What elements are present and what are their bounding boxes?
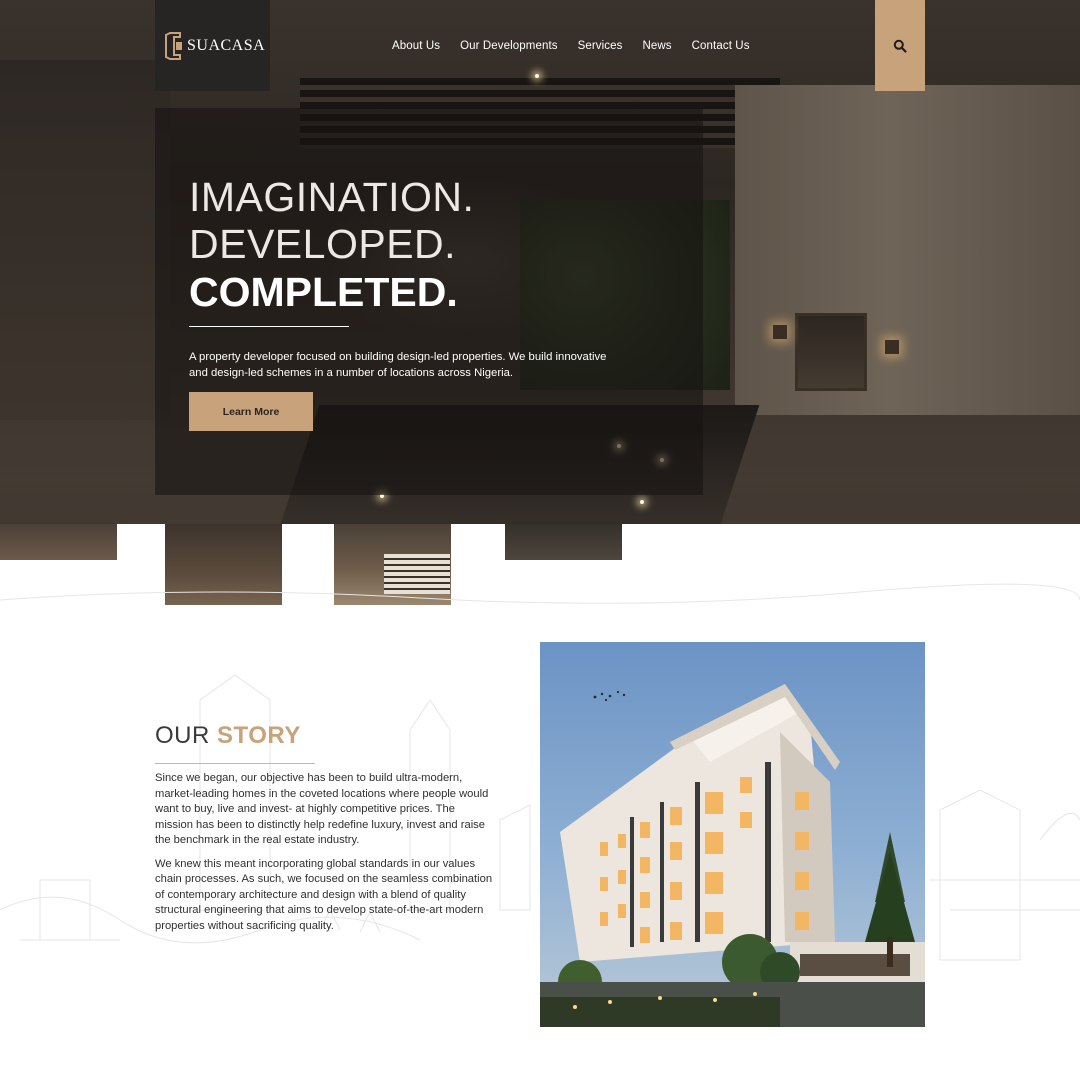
interior-window xyxy=(795,313,867,391)
search-button[interactable] xyxy=(875,0,925,91)
nav-news[interactable]: News xyxy=(643,40,672,52)
interior-right-wall xyxy=(735,85,1080,415)
story-heading-bold: STORY xyxy=(217,722,301,749)
story-divider xyxy=(155,763,315,764)
logo-text: SUACASA xyxy=(187,36,266,54)
hero-divider xyxy=(189,326,349,327)
headline-line-2: DEVELOPED. xyxy=(189,221,457,267)
logo[interactable]: SUACASA xyxy=(155,0,270,91)
headline-line-1: IMAGINATION. xyxy=(189,174,475,220)
gallery-tile xyxy=(505,524,622,560)
search-icon xyxy=(893,39,907,53)
learn-more-button[interactable]: Learn More xyxy=(189,392,313,431)
story-heading-light: OUR xyxy=(155,722,210,749)
building-photo xyxy=(540,642,925,1027)
gallery-tile xyxy=(334,524,451,605)
story-body: Since we began, our objective has been t… xyxy=(155,771,495,934)
story-paragraph: We knew this meant incorporating global … xyxy=(155,857,493,932)
story-paragraph: Since we began, our objective has been t… xyxy=(155,772,489,846)
hero-headline: IMAGINATION. DEVELOPED. COMPLETED. xyxy=(189,174,474,316)
nav-contact-us[interactable]: Contact Us xyxy=(692,40,750,52)
wall-lamp xyxy=(773,325,787,339)
story-heading: OUR STORY xyxy=(155,722,301,750)
hero-description: A property developer focused on building… xyxy=(189,351,607,379)
nav-about-us[interactable]: About Us xyxy=(392,40,440,52)
nav-our-developments[interactable]: Our Developments xyxy=(460,40,557,52)
interior-left-wall xyxy=(0,60,170,420)
wall-lamp xyxy=(885,340,899,354)
floor-light xyxy=(640,500,644,504)
logo-mark-icon xyxy=(164,31,184,61)
headline-line-3: COMPLETED. xyxy=(189,269,458,315)
gallery-tile xyxy=(0,524,117,560)
nav-services[interactable]: Services xyxy=(578,40,623,52)
main-nav: About Us Our Developments Services News … xyxy=(392,40,750,52)
ceiling-light xyxy=(535,74,539,78)
gallery-tile xyxy=(165,524,282,605)
